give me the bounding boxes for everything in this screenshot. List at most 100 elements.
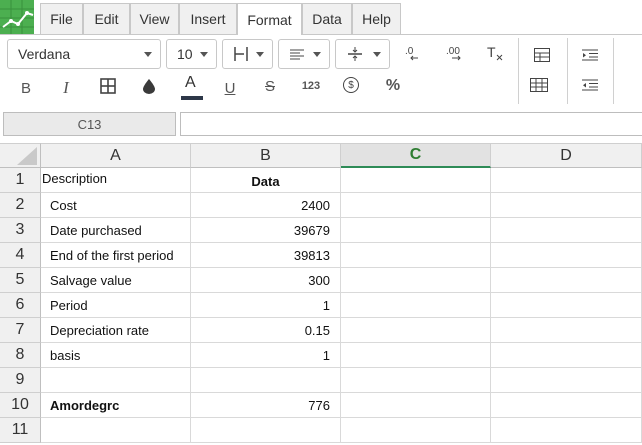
- cell-a8[interactable]: basis: [41, 343, 191, 368]
- cell-a3[interactable]: Date purchased: [41, 218, 191, 243]
- cell-c2[interactable]: [341, 193, 491, 218]
- cell-d10[interactable]: [491, 393, 642, 418]
- cell-b7[interactable]: 0.15: [191, 318, 341, 343]
- cell-d11[interactable]: [491, 418, 642, 443]
- column-header-d[interactable]: D: [491, 143, 642, 168]
- cell-b8[interactable]: 1: [191, 343, 341, 368]
- increase-decimal-icon[interactable]: .00: [440, 39, 470, 67]
- vertical-align-select[interactable]: [335, 39, 390, 69]
- menu-help[interactable]: Help: [352, 3, 401, 34]
- cell-c8[interactable]: [341, 343, 491, 368]
- menu-file[interactable]: File: [40, 3, 83, 34]
- row-header[interactable]: 1: [0, 168, 41, 193]
- cell-b1[interactable]: Data: [191, 168, 341, 193]
- cell-d8[interactable]: [491, 343, 642, 368]
- cell-a10[interactable]: Amordegrc: [41, 393, 191, 418]
- cell-b2[interactable]: 2400: [191, 193, 341, 218]
- align-left-icon: [290, 48, 304, 64]
- row-header[interactable]: 5: [0, 268, 41, 293]
- name-box[interactable]: C13: [3, 112, 176, 136]
- menu-insert[interactable]: Insert: [179, 3, 237, 34]
- menu-format[interactable]: Format: [237, 3, 302, 36]
- chevron-down-icon: [313, 52, 321, 57]
- row-header[interactable]: 2: [0, 193, 41, 218]
- font-name-select[interactable]: Verdana: [7, 39, 161, 69]
- row-header[interactable]: 9: [0, 368, 41, 393]
- cell-a5[interactable]: Salvage value: [41, 268, 191, 293]
- row-header[interactable]: 10: [0, 393, 41, 418]
- font-name-value: Verdana: [18, 46, 71, 62]
- text-color-button[interactable]: A: [176, 72, 206, 102]
- cell-a2[interactable]: Cost: [41, 193, 191, 218]
- cell-b6[interactable]: 1: [191, 293, 341, 318]
- outdent-icon[interactable]: [575, 71, 605, 99]
- number-format-button[interactable]: 123: [296, 72, 326, 100]
- cell-b10[interactable]: 776: [191, 393, 341, 418]
- formula-input[interactable]: [180, 112, 642, 136]
- cell-a1[interactable]: Description: [41, 168, 191, 193]
- cell-d9[interactable]: [491, 368, 642, 393]
- strikethrough-button[interactable]: S: [255, 72, 285, 100]
- italic-button[interactable]: I: [51, 74, 81, 102]
- chevron-down-icon: [144, 52, 152, 57]
- decrease-decimal-icon[interactable]: .0: [398, 39, 428, 67]
- insert-table-icon[interactable]: [527, 41, 557, 69]
- column-header-a[interactable]: A: [41, 143, 191, 168]
- toolbar-divider: [567, 38, 568, 104]
- font-size-select[interactable]: 10: [166, 39, 217, 69]
- cell-c11[interactable]: [341, 418, 491, 443]
- cell-c4[interactable]: [341, 243, 491, 268]
- cell-a11[interactable]: [41, 418, 191, 443]
- row-header[interactable]: 3: [0, 218, 41, 243]
- select-all-corner[interactable]: [0, 143, 41, 168]
- currency-icon[interactable]: $: [343, 77, 359, 93]
- cell-d3[interactable]: [491, 218, 642, 243]
- cell-a4[interactable]: End of the first period: [41, 243, 191, 268]
- merge-cells-icon[interactable]: [524, 71, 554, 99]
- menu-edit[interactable]: Edit: [83, 3, 130, 34]
- row-header[interactable]: 6: [0, 293, 41, 318]
- cell-c10[interactable]: [341, 393, 491, 418]
- percent-button[interactable]: %: [378, 72, 408, 100]
- underline-button[interactable]: U: [215, 74, 245, 102]
- cell-c3[interactable]: [341, 218, 491, 243]
- cell-b4[interactable]: 39813: [191, 243, 341, 268]
- indent-icon[interactable]: [575, 41, 605, 69]
- cell-b5[interactable]: 300: [191, 268, 341, 293]
- text-color-icon: A: [185, 74, 196, 91]
- cell-a6[interactable]: Period: [41, 293, 191, 318]
- cell-c6[interactable]: [341, 293, 491, 318]
- menu-view[interactable]: View: [130, 3, 179, 34]
- cell-d1[interactable]: [491, 168, 642, 193]
- clear-format-icon[interactable]: T: [480, 39, 510, 67]
- cell-c5[interactable]: [341, 268, 491, 293]
- app-logo-icon[interactable]: [0, 0, 34, 36]
- cell-b3[interactable]: 39679: [191, 218, 341, 243]
- cell-b11[interactable]: [191, 418, 341, 443]
- row-header[interactable]: 4: [0, 243, 41, 268]
- fill-color-icon[interactable]: [134, 72, 164, 100]
- cell-c1[interactable]: [341, 168, 491, 193]
- text-align-select[interactable]: [278, 39, 330, 69]
- cell-d5[interactable]: [491, 268, 642, 293]
- menu-data[interactable]: Data: [302, 3, 352, 34]
- cell-d6[interactable]: [491, 293, 642, 318]
- row-header[interactable]: 11: [0, 418, 41, 443]
- cell-b9[interactable]: [191, 368, 341, 393]
- borders-icon[interactable]: [93, 72, 123, 100]
- vertical-align-icon: [347, 46, 363, 65]
- cell-d7[interactable]: [491, 318, 642, 343]
- cell-a9[interactable]: [41, 368, 191, 393]
- row-header[interactable]: 8: [0, 343, 41, 368]
- horizontal-align-select[interactable]: [222, 39, 273, 69]
- column-header-c[interactable]: C: [341, 143, 491, 168]
- row-header[interactable]: 7: [0, 318, 41, 343]
- cell-c7[interactable]: [341, 318, 491, 343]
- cell-a7[interactable]: Depreciation rate: [41, 318, 191, 343]
- cell-c9[interactable]: [341, 368, 491, 393]
- cell-d2[interactable]: [491, 193, 642, 218]
- column-header-b[interactable]: B: [191, 143, 341, 168]
- bold-button[interactable]: B: [11, 74, 41, 102]
- cell-d4[interactable]: [491, 243, 642, 268]
- align-horizontal-icon: [233, 46, 249, 65]
